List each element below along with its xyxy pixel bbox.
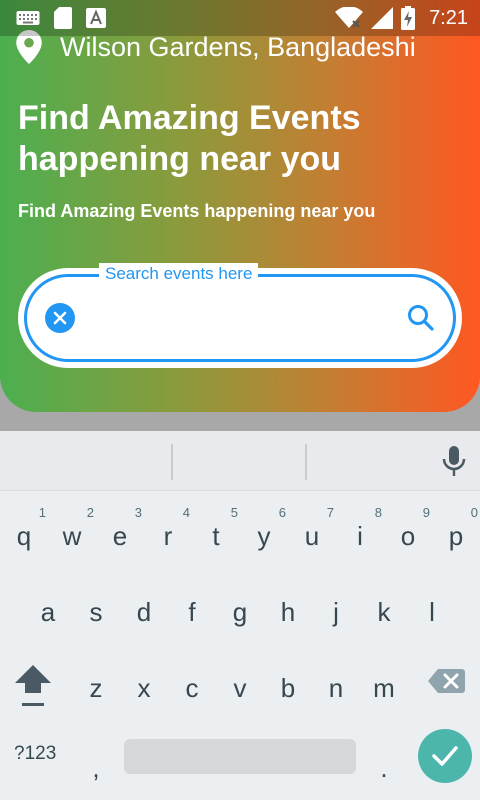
key-label: x [137, 672, 151, 703]
comma-key[interactable]: , [72, 731, 120, 791]
key[interactable]: 6y [240, 499, 288, 559]
key-hint: 4 [182, 505, 190, 520]
key-label: w [62, 520, 82, 551]
key[interactable]: a [24, 575, 72, 635]
key-hint: 0 [470, 505, 478, 520]
keyboard-icon [16, 11, 40, 25]
hero-subtitle: Find Amazing Events happening near you [18, 201, 376, 221]
period-key[interactable]: . [360, 731, 408, 791]
suggestion-strip[interactable] [0, 431, 480, 491]
key-label: c [185, 672, 199, 703]
key[interactable]: k [360, 575, 408, 635]
key[interactable]: f [168, 575, 216, 635]
key-label: d [136, 596, 152, 627]
microphone-icon[interactable] [442, 445, 466, 477]
key[interactable]: 4r [144, 499, 192, 559]
key[interactable]: d [120, 575, 168, 635]
key-label: h [280, 596, 296, 627]
suggestion-divider [171, 444, 173, 480]
symbols-key[interactable]: ?123 [14, 743, 56, 765]
key[interactable]: z [72, 651, 120, 711]
backspace-icon[interactable] [426, 663, 466, 699]
signal-icon [371, 7, 394, 29]
key[interactable]: x [120, 651, 168, 711]
text-icon [86, 8, 106, 28]
checkmark-icon [432, 746, 458, 766]
key-label: u [304, 520, 320, 551]
key[interactable]: b [264, 651, 312, 711]
location-text: Wilson Gardens, Bangladeshi [60, 31, 416, 62]
key-label: m [373, 672, 395, 703]
key[interactable]: 8i [336, 499, 384, 559]
key-label: q [16, 520, 32, 551]
key-hint: 3 [134, 505, 142, 520]
key-hint: 6 [278, 505, 286, 520]
key-label: j [333, 596, 339, 627]
key[interactable]: c [168, 651, 216, 711]
battery-charging-icon [401, 6, 416, 30]
key[interactable]: s [72, 575, 120, 635]
search-input[interactable] [89, 297, 389, 341]
comma-key-label: , [92, 752, 100, 783]
search-label: Search events here [99, 263, 259, 285]
key-label: y [257, 520, 271, 551]
sd-card-icon [54, 7, 72, 29]
key-label: p [448, 520, 464, 551]
key-hint: 5 [230, 505, 238, 520]
header-card: Wilson Gardens, Bangladeshi Find Amazing… [0, 0, 480, 412]
key-label: r [163, 520, 173, 551]
key[interactable]: 5t [192, 499, 240, 559]
key-hint: 8 [374, 505, 382, 520]
period-key-label: . [380, 752, 388, 783]
close-icon [53, 311, 67, 325]
key-label: z [89, 672, 103, 703]
key[interactable]: v [216, 651, 264, 711]
key-label: n [328, 672, 344, 703]
key-label: s [89, 596, 103, 627]
key[interactable]: 9o [384, 499, 432, 559]
key-label: k [377, 596, 391, 627]
search-button[interactable] [405, 302, 437, 334]
key[interactable]: j [312, 575, 360, 635]
status-bar: 7:21 [0, 0, 480, 36]
key-label: b [280, 672, 296, 703]
suggestion-divider [305, 444, 307, 480]
key[interactable]: 1q [0, 499, 48, 559]
key-hint: 1 [38, 505, 46, 520]
key-label: v [233, 672, 247, 703]
soft-keyboard: ?123 , . 1q2w3e4r5t6y7u8i9o0pasdfghjklzx… [0, 431, 480, 800]
search-container: Search events here [18, 263, 462, 368]
key[interactable]: m [360, 651, 408, 711]
clear-button[interactable] [45, 303, 75, 333]
key-hint: 7 [326, 505, 334, 520]
key[interactable]: h [264, 575, 312, 635]
shift-icon[interactable] [12, 661, 54, 709]
key[interactable]: g [216, 575, 264, 635]
key-label: i [357, 520, 363, 551]
key[interactable]: l [408, 575, 456, 635]
key[interactable]: 0p [432, 499, 480, 559]
key[interactable]: n [312, 651, 360, 711]
key-label: l [429, 596, 435, 627]
search-field[interactable]: Search events here [24, 263, 456, 362]
key[interactable]: 2w [48, 499, 96, 559]
key[interactable]: 3e [96, 499, 144, 559]
key-label: o [400, 520, 416, 551]
key-label: t [212, 520, 220, 551]
hero-title: Find Amazing Events happening near you [18, 99, 361, 178]
wifi-icon [335, 7, 364, 28]
key-hint: 9 [422, 505, 430, 520]
key-hint: 2 [86, 505, 94, 520]
key-label: f [188, 596, 196, 627]
key[interactable]: 7u [288, 499, 336, 559]
search-icon [408, 305, 434, 331]
key-label: e [112, 520, 128, 551]
key-label: g [232, 596, 248, 627]
status-time: 7:21 [429, 6, 468, 29]
key-label: a [40, 596, 56, 627]
space-key[interactable] [124, 739, 356, 774]
done-button[interactable] [418, 729, 472, 783]
